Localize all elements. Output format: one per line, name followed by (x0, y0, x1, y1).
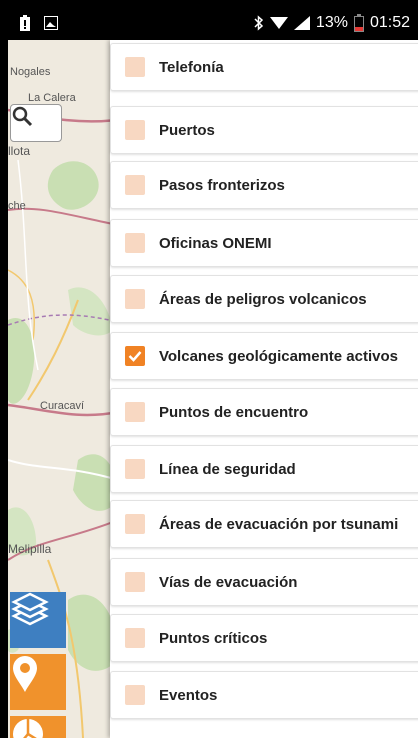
map-view[interactable]: Nogales La Calera llota che Curacaví Mel… (8, 40, 118, 738)
pie-chart-icon (13, 719, 43, 738)
layer-label: Puntos de encuentro (159, 403, 309, 421)
map-search-button[interactable] (10, 104, 62, 142)
battery-alert-icon (20, 15, 30, 31)
image-notification-icon (44, 16, 58, 30)
layers-drawer: Telefonía Puertos Pasos fronterizos Oficina… (110, 40, 418, 738)
layer-label: Puntos críticos (159, 629, 268, 647)
status-bar: 13% 01:52 (8, 8, 418, 40)
layer-checkbox[interactable] (125, 120, 145, 140)
layer-label: Oficinas ONEMI (159, 234, 272, 252)
map-label: che (8, 200, 26, 212)
layer-item[interactable]: Puntos de encuentro (110, 388, 418, 436)
layer-item[interactable]: Áreas de evacuación por tsunami (110, 500, 418, 548)
location-button[interactable] (10, 654, 66, 710)
layer-item[interactable]: Pasos fronterizos (110, 161, 418, 209)
layer-item[interactable]: Vías de evacuación (110, 558, 418, 606)
app-screen: 13% 01:52 Nogales La Calera llota che Cu… (8, 8, 418, 738)
wifi-icon (269, 17, 288, 29)
layer-checkbox[interactable] (125, 514, 145, 534)
layer-label: Vías de evacuación (159, 573, 298, 591)
layer-checkbox[interactable] (125, 685, 145, 705)
layer-label: Volcanes geológicamente activos (159, 347, 398, 365)
layer-item[interactable]: Telefonía (110, 43, 418, 91)
layer-label: Pasos fronterizos (159, 176, 285, 194)
layer-checkbox[interactable] (125, 346, 145, 366)
layer-item[interactable]: Línea de seguridad (110, 445, 418, 493)
layer-checkbox[interactable] (125, 175, 145, 195)
map-label: llota (8, 144, 31, 158)
layer-checkbox[interactable] (125, 572, 145, 592)
layer-item[interactable]: Volcanes geológicamente activos (110, 332, 418, 380)
layer-item[interactable]: Puntos críticos (110, 614, 418, 662)
statistics-button[interactable] (10, 716, 66, 738)
map-label: La Calera (28, 92, 76, 104)
layer-checkbox[interactable] (125, 57, 145, 77)
layer-label: Telefonía (159, 58, 224, 76)
map-label: Melipilla (8, 542, 52, 556)
layer-label: Eventos (159, 686, 218, 704)
layer-checkbox[interactable] (125, 459, 145, 479)
layer-item[interactable]: Eventos (110, 671, 418, 719)
layer-checkbox[interactable] (125, 628, 145, 648)
layer-label: Áreas de evacuación por tsunami (159, 515, 399, 533)
clock: 01:52 (369, 14, 410, 31)
layer-label: Línea de seguridad (159, 460, 296, 478)
battery-low-icon (353, 14, 364, 32)
layers-icon (11, 592, 49, 626)
layer-item[interactable]: Áreas de peligros volcanicos (110, 275, 418, 323)
layer-item[interactable]: Puertos (110, 106, 418, 154)
layer-checkbox[interactable] (125, 289, 145, 309)
layers-button[interactable] (10, 592, 66, 648)
battery-percent: 13% (315, 14, 348, 31)
checkmark-icon (128, 351, 142, 362)
map-label: Curacaví (40, 400, 85, 412)
map-pin-icon (13, 656, 37, 692)
layer-label: Áreas de peligros volcanicos (159, 290, 367, 308)
layer-item[interactable]: Oficinas ONEMI (110, 219, 418, 267)
layer-checkbox[interactable] (125, 402, 145, 422)
map-label: Nogales (10, 66, 51, 78)
signal-icon (293, 16, 310, 30)
layer-checkbox[interactable] (125, 233, 145, 253)
search-icon (12, 106, 33, 127)
layer-label: Puertos (159, 121, 215, 139)
bluetooth-icon (254, 15, 264, 31)
